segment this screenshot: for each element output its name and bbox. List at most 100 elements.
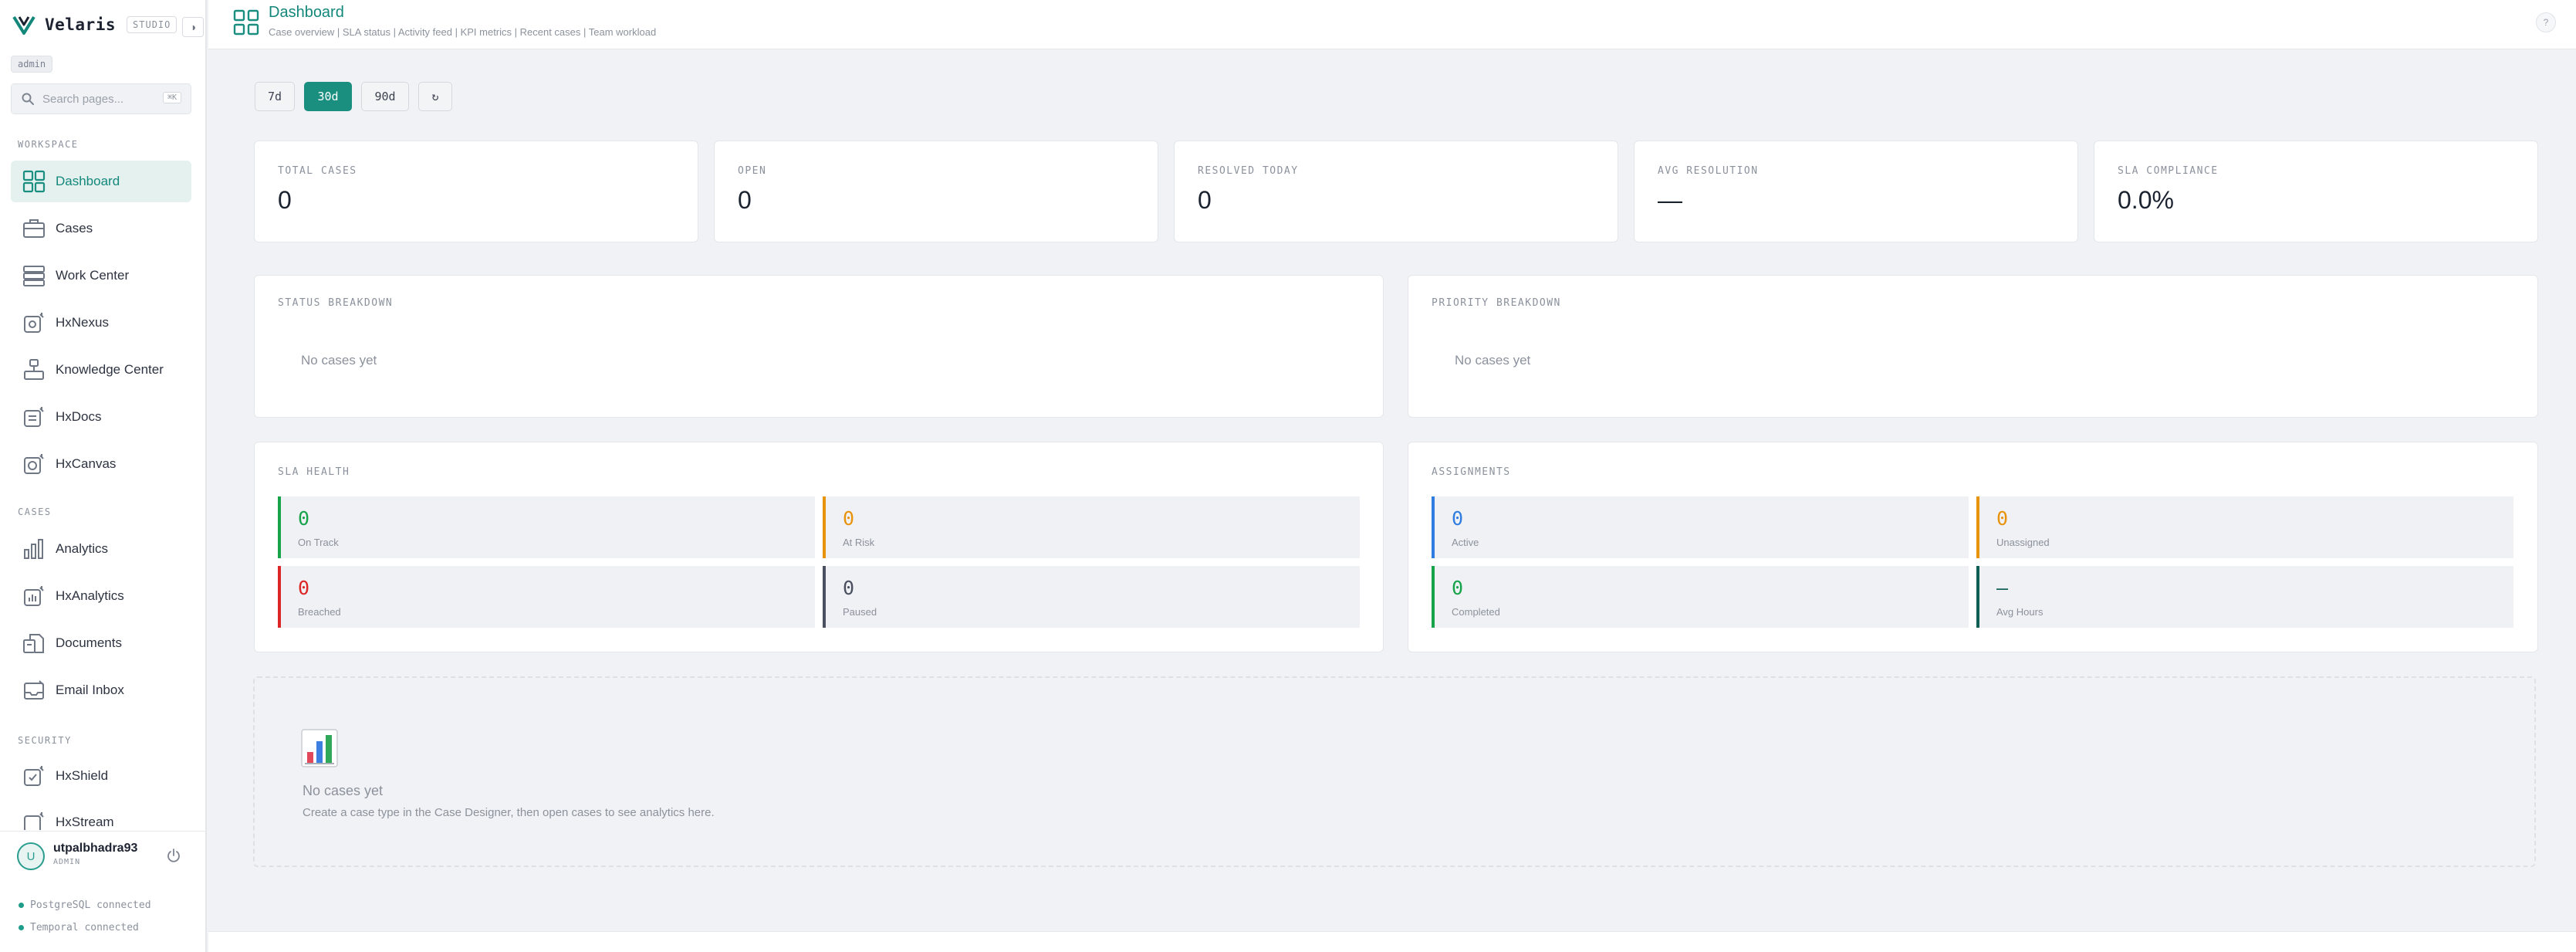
kpi-card-sla-compliance: SLA COMPLIANCE 0.0% [2094,141,2538,242]
sla-health-panel: SLA HEALTH 0 On Track 0 At Risk 0 Breach… [254,442,1384,652]
sidebar-item-documents[interactable]: Documents [11,622,191,664]
empty-state-subtitle: Create a case type in the Case Designer,… [303,806,715,819]
assignments-active-stat: 0 Active [1432,496,1969,558]
kpi-label: SLA COMPLIANCE [2118,165,2219,177]
user-profile[interactable]: U utpalbhadra93 ADMIN [0,831,207,877]
dashboard-grid-icon [22,169,46,194]
kpi-label: OPEN [738,165,767,177]
stat-label: At Risk [843,537,875,548]
kpi-value: 0 [278,186,292,214]
hx-shield-icon [22,764,46,788]
sidebar-item-hxdocs[interactable]: HxDocs [11,396,191,438]
dashboard-grid-icon [233,9,259,36]
email-inbox-icon [22,678,46,703]
hx-canvas-icon [22,452,46,476]
panel-title: ASSIGNMENTS [1432,466,1511,478]
kpi-card-open: OPEN 0 [714,141,1158,242]
sla-paused-stat: 0 Paused [823,566,1360,628]
empty-state-panel: No cases yet Create a case type in the C… [253,676,2536,867]
stat-value: 0 [298,507,310,530]
sidebar-item-hxanalytics[interactable]: HxAnalytics [11,575,191,617]
sla-breached-stat: 0 Breached [278,566,815,628]
stat-value: 0 [1996,507,2009,530]
sidebar-item-hxstream[interactable]: HxStream [11,802,191,830]
kpi-card-total-cases: TOTAL CASES 0 [254,141,698,242]
kpi-value: 0 [1198,186,1212,214]
hx-docs-icon [22,405,46,429]
stat-label: Avg Hours [1996,606,2044,618]
stat-value: — [1996,577,2009,599]
sidebar-item-label: HxNexus [56,315,109,330]
priority-breakdown-panel: PRIORITY BREAKDOWN No cases yet [1408,275,2538,418]
sidebar-item-label: HxStream [56,815,114,829]
sidebar-item-knowledge-center[interactable]: Knowledge Center [11,349,191,391]
sidebar-item-cases[interactable]: Cases [11,208,191,249]
kpi-card-avg-resolution: AVG RESOLUTION — [1634,141,2078,242]
empty-message: No cases yet [301,353,377,368]
stat-label: Unassigned [1996,537,2050,548]
range-90d-button[interactable]: 90d [361,82,409,111]
sidebar-item-analytics[interactable]: Analytics [11,528,191,570]
kpi-label: TOTAL CASES [278,165,357,177]
briefcase-icon [22,216,46,241]
kpi-label: RESOLVED TODAY [1198,165,1299,177]
studio-badge: STUDIO [127,16,177,33]
panel-title: SLA HEALTH [278,466,350,478]
sidebar-item-label: HxCanvas [56,456,117,471]
knowledge-tree-icon [22,357,46,382]
stat-label: Active [1452,537,1479,548]
sidebar-item-hxshield[interactable]: HxShield [11,755,191,797]
stat-value: 0 [1452,577,1464,599]
empty-state-title: No cases yet [303,783,384,798]
theme-toggle-button[interactable]: ◑ [182,17,204,37]
brand[interactable]: Velaris STUDIO [12,14,177,36]
stat-value: 0 [1452,507,1464,530]
sidebar-item-label: Work Center [56,268,130,283]
kpi-value: — [1658,186,1682,214]
bar-chart-icon [22,537,46,561]
section-label-cases: CASES [18,506,52,517]
assignments-unassigned-stat: 0 Unassigned [1976,496,2513,558]
range-30d-button[interactable]: 30d [304,82,352,111]
postgres-status: PostgreSQL connected [19,899,151,911]
hx-stream-icon [22,810,46,830]
stat-label: On Track [298,537,339,548]
search-icon [22,93,34,105]
sidebar-item-label: Email Inbox [56,683,124,697]
range-7d-button[interactable]: 7d [255,82,295,111]
refresh-button[interactable]: ↻ [418,82,452,111]
brand-name: Velaris [45,15,117,34]
help-button[interactable]: ? [2536,12,2556,32]
sidebar-item-label: Analytics [56,541,109,556]
main-footer [208,931,2576,952]
search-input[interactable] [42,92,158,106]
kpi-value: 0 [738,186,752,214]
stat-label: Completed [1452,606,1500,618]
stat-label: Breached [298,606,341,618]
page-header: Dashboard Case overview | SLA status | A… [208,0,2576,49]
sla-at-risk-stat: 0 At Risk [823,496,1360,558]
sidebar-item-hxcanvas[interactable]: HxCanvas [11,443,191,485]
sidebar-item-dashboard[interactable]: Dashboard [11,161,191,202]
sidebar-item-work-center[interactable]: Work Center [11,255,191,296]
stat-value: 0 [298,577,310,599]
role-badge: admin [11,56,53,73]
panel-title: PRIORITY BREAKDOWN [1432,297,1561,309]
stat-label: Paused [843,606,877,618]
documents-icon [22,631,46,656]
section-label-security: SECURITY [18,735,72,746]
sidebar-item-label: HxAnalytics [56,588,124,603]
section-label-workspace: WORKSPACE [18,139,79,150]
sidebar-item-label: HxShield [56,768,109,783]
search-box[interactable]: ⌘K [11,83,191,114]
status-breakdown-panel: STATUS BREAKDOWN No cases yet [254,275,1384,418]
sidebar-item-email-inbox[interactable]: Email Inbox [11,669,191,711]
kpi-label: AVG RESOLUTION [1658,165,1759,177]
server-stack-icon [22,263,46,288]
bar-chart-emoji-icon [301,729,338,767]
logout-power-icon[interactable] [165,847,182,864]
kpi-value: 0.0% [2118,186,2174,214]
stat-value: 0 [843,577,855,599]
sidebar-item-hxnexus[interactable]: HxNexus [11,302,191,344]
status-dot-icon [19,925,24,930]
